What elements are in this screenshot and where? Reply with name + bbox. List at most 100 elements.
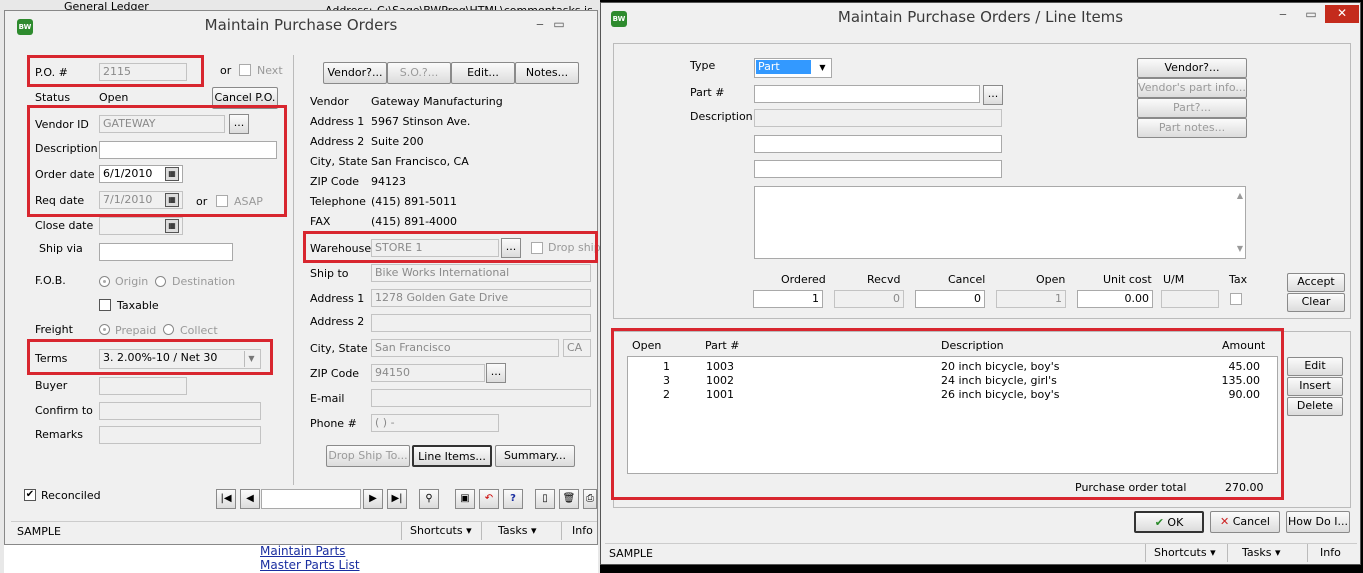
shortcuts-menu[interactable]: Shortcuts ▾: [1145, 544, 1225, 562]
zip-lookup-button[interactable]: ...: [486, 363, 506, 383]
vendor-id-field[interactable]: GATEWAY: [99, 115, 225, 133]
email-field[interactable]: [371, 389, 591, 407]
delete-record-icon[interactable]: 🗑: [559, 489, 579, 509]
vendor-lookup-button[interactable]: ...: [229, 114, 249, 134]
ship-address2-field[interactable]: [371, 314, 591, 332]
ship-city-field[interactable]: San Francisco: [371, 339, 559, 357]
shortcuts-menu[interactable]: Shortcuts ▾: [401, 522, 479, 540]
first-record-icon[interactable]: |◀: [216, 489, 236, 509]
accept-button[interactable]: Accept: [1287, 273, 1345, 292]
tax-checkbox[interactable]: [1230, 293, 1242, 305]
cancel-button[interactable]: ✕ Cancel: [1210, 511, 1280, 533]
calendar-icon[interactable]: ▦: [165, 167, 179, 181]
undo-icon[interactable]: ↶: [479, 489, 499, 509]
terms-dropdown[interactable]: 3. 2.00%-10 / Net 30 ▼: [99, 349, 261, 369]
calendar-icon[interactable]: ▦: [165, 193, 179, 207]
master-parts-list-link[interactable]: Master Parts List: [260, 558, 360, 572]
reconciled-checkbox[interactable]: ✔: [24, 489, 36, 501]
remarks-field[interactable]: [99, 426, 261, 444]
ship-via-label: Ship via: [39, 242, 83, 255]
part-number-field[interactable]: [754, 85, 980, 103]
recvd-field[interactable]: 0: [834, 290, 904, 308]
row-part: 1003: [706, 360, 734, 373]
binoculars-icon[interactable]: ⚲: [419, 489, 439, 509]
part-notes-button[interactable]: Part notes...: [1137, 118, 1247, 138]
type-dropdown[interactable]: Part ▼: [754, 58, 832, 78]
ship-to-field[interactable]: Bike Works International: [371, 264, 591, 282]
notes-textarea[interactable]: ▲ ▼: [754, 186, 1246, 259]
line-items-list[interactable]: 1 1003 20 inch bicycle, boy's 45.00 3 10…: [627, 356, 1278, 474]
ok-button[interactable]: ✔ OK: [1134, 511, 1204, 533]
tasks-menu[interactable]: Tasks ▾: [481, 522, 559, 540]
so-lookup-button[interactable]: S.O.?...: [387, 62, 451, 84]
destination-radio[interactable]: [155, 276, 166, 287]
next-checkbox[interactable]: [239, 64, 251, 76]
delete-line-button[interactable]: Delete: [1287, 397, 1343, 416]
collect-radio[interactable]: [163, 324, 174, 335]
clear-button[interactable]: Clear: [1287, 293, 1345, 312]
summary-button[interactable]: Summary...: [495, 445, 575, 467]
maximize-icon[interactable]: ▭: [1297, 6, 1325, 24]
new-record-icon[interactable]: ▯: [535, 489, 555, 509]
buyer-field[interactable]: [99, 377, 187, 395]
drop-ship-checkbox[interactable]: [531, 242, 543, 254]
ship-state-field[interactable]: CA: [563, 339, 591, 357]
previous-record-icon[interactable]: ◀: [240, 489, 260, 509]
edit-line-button[interactable]: Edit: [1287, 357, 1343, 376]
description-field-3[interactable]: [754, 160, 1002, 178]
ship-via-field[interactable]: [99, 243, 233, 261]
part-lookup-btn[interactable]: Part?...: [1137, 98, 1247, 118]
ordered-field[interactable]: 1: [753, 290, 823, 308]
phone-field[interactable]: ( ) -: [371, 414, 499, 432]
maintain-parts-link[interactable]: Maintain Parts: [260, 544, 345, 558]
print-icon[interactable]: ⎙: [583, 489, 597, 509]
save-icon[interactable]: ▣: [455, 489, 475, 509]
part-lookup-button[interactable]: ...: [983, 85, 1003, 105]
description-field-2[interactable]: [754, 135, 1002, 153]
taxable-checkbox[interactable]: [99, 299, 111, 311]
description-field[interactable]: [99, 141, 277, 159]
confirm-to-field[interactable]: [99, 402, 261, 420]
origin-radio[interactable]: [99, 276, 110, 287]
drop-ship-to-button[interactable]: Drop Ship To...: [326, 445, 410, 467]
list-item[interactable]: 2 1001 26 inch bicycle, boy's 90.00: [628, 388, 1277, 402]
list-item[interactable]: 1 1003 20 inch bicycle, boy's 45.00: [628, 360, 1277, 374]
insert-line-button[interactable]: Insert: [1287, 377, 1343, 396]
vendor-part-info-button[interactable]: Vendor's part info...: [1137, 78, 1247, 98]
type-value: Part: [756, 60, 811, 74]
calendar-icon[interactable]: ▦: [165, 219, 179, 233]
info-menu[interactable]: Info: [1307, 544, 1355, 562]
warehouse-field[interactable]: STORE 1: [371, 239, 499, 257]
um-field[interactable]: [1161, 290, 1219, 308]
cancel-po-button[interactable]: Cancel P.O.: [212, 87, 278, 109]
last-record-icon[interactable]: ▶|: [387, 489, 407, 509]
record-search-field[interactable]: [261, 489, 361, 509]
unit-cost-field[interactable]: 0.00: [1077, 290, 1153, 308]
ship-address1-field[interactable]: 1278 Golden Gate Drive: [371, 289, 591, 307]
address2-label: Address 2: [310, 135, 365, 148]
vendor-lookup-btn[interactable]: Vendor?...: [323, 62, 387, 84]
warehouse-lookup-button[interactable]: ...: [501, 238, 521, 258]
scroll-down-icon[interactable]: ▼: [1237, 242, 1243, 256]
list-item[interactable]: 3 1002 24 inch bicycle, girl's 135.00: [628, 374, 1277, 388]
minimize-icon[interactable]: ‒: [1269, 6, 1297, 24]
line-items-button[interactable]: Line Items...: [412, 445, 492, 467]
description-field-1[interactable]: [754, 109, 1002, 127]
ship-zip-field[interactable]: 94150: [371, 364, 485, 382]
maximize-icon[interactable]: ▭: [545, 16, 573, 34]
help-icon[interactable]: ?: [503, 489, 523, 509]
notes-button[interactable]: Notes...: [515, 62, 579, 84]
asap-checkbox[interactable]: [216, 195, 228, 207]
close-icon[interactable]: ✕: [1325, 5, 1359, 23]
edit-button[interactable]: Edit...: [451, 62, 515, 84]
how-do-i-button[interactable]: How Do I...: [1286, 511, 1350, 533]
prepaid-radio[interactable]: [99, 324, 110, 335]
vendor-lookup-btn[interactable]: Vendor?...: [1137, 58, 1247, 78]
tasks-menu[interactable]: Tasks ▾: [1227, 544, 1305, 562]
po-number-field[interactable]: 2115: [99, 63, 187, 81]
next-record-icon[interactable]: ▶: [363, 489, 383, 509]
scroll-up-icon[interactable]: ▲: [1237, 189, 1243, 203]
open-field[interactable]: 1: [996, 290, 1066, 308]
info-menu[interactable]: Info: [561, 522, 597, 540]
cancel-field[interactable]: 0: [915, 290, 985, 308]
